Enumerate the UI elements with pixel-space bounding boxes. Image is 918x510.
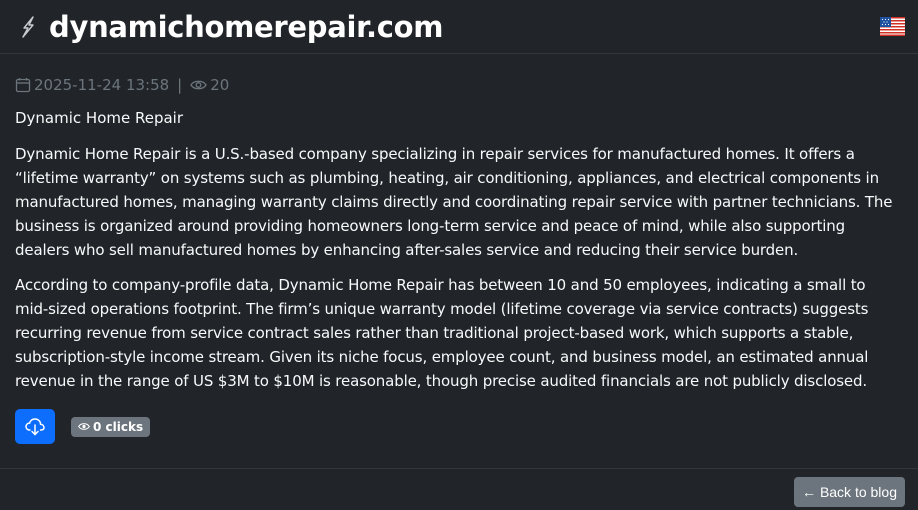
page-footer: ← Back to blog — [0, 468, 918, 510]
cloud-download-icon — [25, 417, 45, 436]
post-actions: 0 clicks — [15, 409, 903, 444]
lightning-bolt-icon — [17, 15, 39, 38]
eye-icon — [78, 422, 90, 431]
post-content: 2025-11-24 13:58 | 20 Dynamic Home Repai… — [0, 75, 918, 444]
eye-icon — [190, 79, 207, 91]
back-to-blog-button[interactable]: ← Back to blog — [793, 477, 905, 507]
page: dynamichomerepair.com 2025-11-24 13:58 |… — [0, 0, 918, 510]
calendar-icon — [15, 77, 31, 93]
download-button[interactable] — [15, 409, 55, 444]
post-datetime: 2025-11-24 13:58 — [34, 76, 170, 94]
back-to-blog-label: Back to blog — [819, 484, 897, 500]
site-title-link[interactable]: dynamichomerepair.com — [49, 10, 443, 44]
view-count: 20 — [210, 76, 230, 94]
post-paragraph-1: Dynamic Home Repair is a U.S.-based comp… — [15, 145, 893, 259]
meta-separator: | — [177, 76, 183, 94]
clicks-badge: 0 clicks — [71, 416, 151, 437]
arrow-left-icon: ← — [801, 484, 816, 500]
post-meta: 2025-11-24 13:58 | 20 — [15, 75, 903, 95]
us-flag-icon[interactable] — [880, 17, 905, 36]
post-paragraph-2: According to company-profile data, Dynam… — [15, 276, 869, 390]
site-header: dynamichomerepair.com — [0, 0, 918, 54]
clicks-count: 0 clicks — [93, 419, 144, 434]
post-title: Dynamic Home Repair — [15, 109, 184, 127]
